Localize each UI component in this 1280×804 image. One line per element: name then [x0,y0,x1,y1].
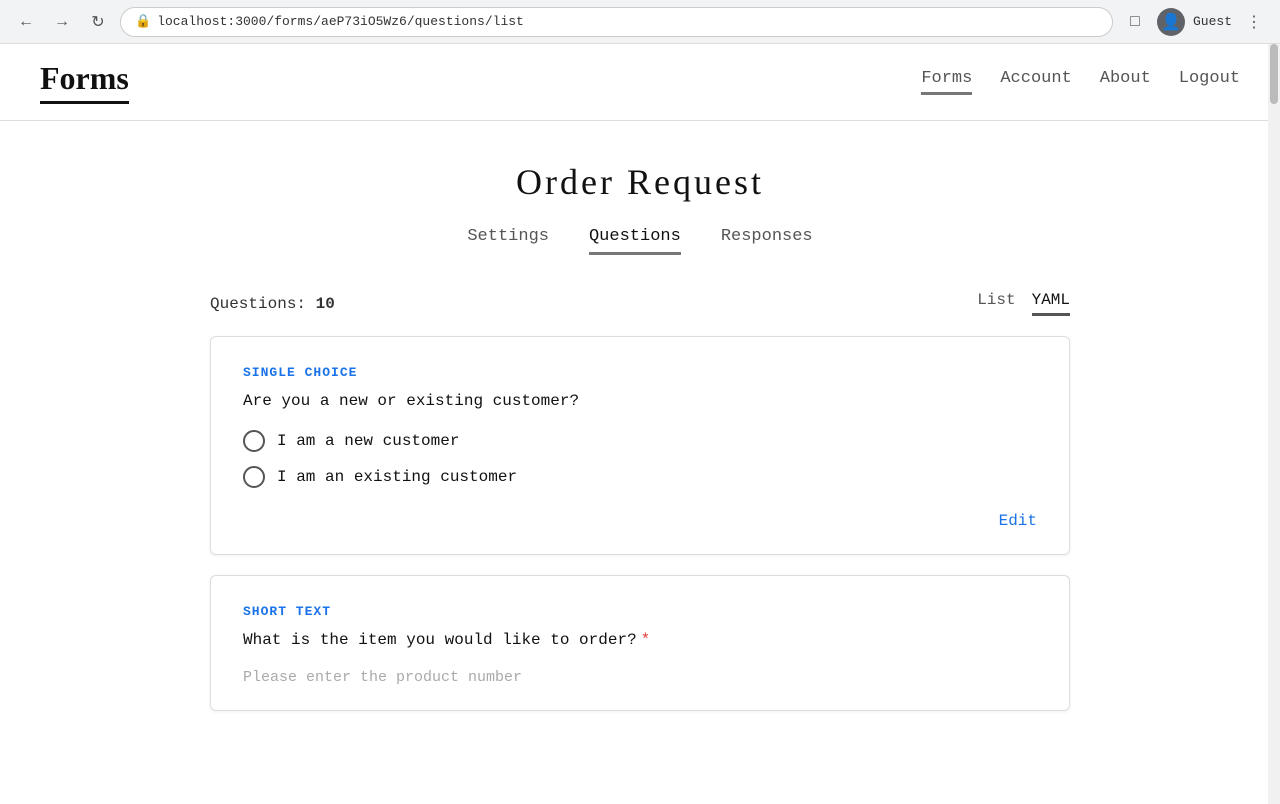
back-button[interactable]: ← [12,8,40,36]
radio-label-2: I am an existing customer [277,468,517,486]
reload-button[interactable]: ↻ [84,8,112,36]
sub-tabs: Settings Questions Responses [210,227,1070,255]
radio-button-1[interactable] [243,430,265,452]
question-text-2: What is the item you would like to order… [243,631,1037,649]
lock-icon: 🔒 [135,14,151,29]
app-logo[interactable]: Forms [40,60,129,104]
app-nav: Forms Account About Logout [921,69,1240,95]
radio-label-1: I am a new customer [277,432,459,450]
browser-chrome: ← → ↻ 🔒 localhost:3000/forms/aeP73iO5Wz6… [0,0,1280,44]
main-content: Order Request Settings Questions Respons… [190,121,1090,771]
tab-toggle-button[interactable]: □ [1121,8,1149,36]
question-type-single-choice: Single choice [243,365,1037,380]
radio-option-1[interactable]: I am a new customer [243,430,1037,452]
avatar: 👤 [1157,8,1185,36]
card-footer-1: Edit [243,512,1037,530]
guest-label: Guest [1193,14,1232,29]
nav-logout[interactable]: Logout [1179,69,1240,95]
edit-button-1[interactable]: Edit [999,512,1037,530]
radio-button-2[interactable] [243,466,265,488]
page-title: Order Request [210,161,1070,203]
required-star: * [641,631,651,649]
address-bar[interactable]: 🔒 localhost:3000/forms/aeP73iO5Wz6/quest… [120,7,1113,37]
url-text: localhost:3000/forms/aeP73iO5Wz6/questio… [157,14,524,29]
question-card-1: Single choice Are you a new or existing … [210,336,1070,555]
nav-account[interactable]: Account [1000,69,1071,95]
nav-about[interactable]: About [1100,69,1151,95]
tab-settings[interactable]: Settings [467,227,549,255]
view-toggle: List YAML [977,291,1070,316]
questions-count: Questions: 10 [210,295,335,313]
tab-responses[interactable]: Responses [721,227,813,255]
yaml-view-button[interactable]: YAML [1032,291,1070,316]
question-card-2: Short text What is the item you would li… [210,575,1070,711]
app-header: Forms Forms Account About Logout [0,44,1280,121]
scrollbar[interactable] [1268,44,1280,804]
question-text-1: Are you a new or existing customer? [243,392,1037,410]
short-text-placeholder: Please enter the product number [243,669,1037,686]
nav-forms[interactable]: Forms [921,69,972,95]
question-type-short-text: Short text [243,604,1037,619]
tab-questions[interactable]: Questions [589,227,681,255]
forward-button[interactable]: → [48,8,76,36]
scrollbar-thumb[interactable] [1270,44,1278,104]
radio-option-2[interactable]: I am an existing customer [243,466,1037,488]
more-options-button[interactable]: ⋮ [1240,8,1268,36]
questions-header: Questions: 10 List YAML [210,291,1070,316]
browser-right-controls: □ 👤 Guest ⋮ [1121,8,1268,36]
list-view-button[interactable]: List [977,291,1015,316]
